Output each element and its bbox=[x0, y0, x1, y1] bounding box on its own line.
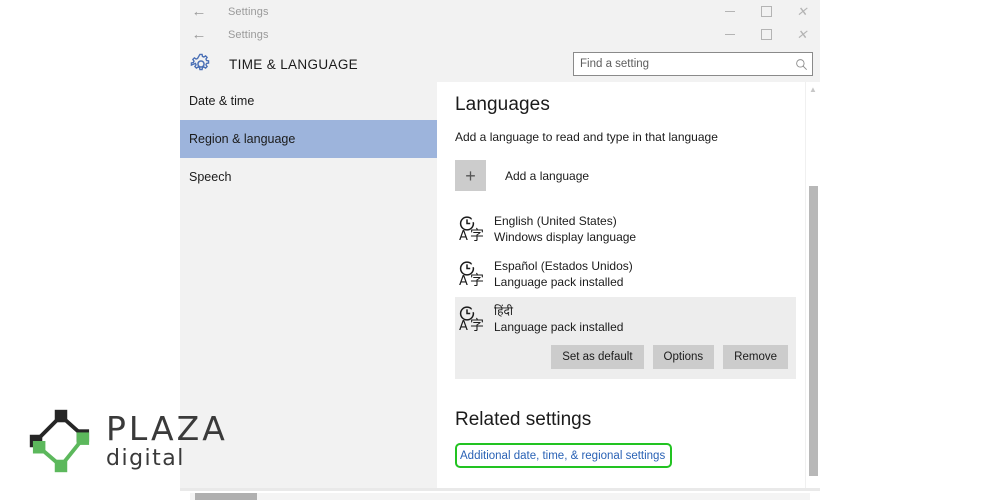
language-icon: A 字 bbox=[459, 306, 484, 334]
svg-text:A: A bbox=[459, 274, 468, 289]
language-name: हिंदी bbox=[494, 304, 513, 318]
set-as-default-button[interactable]: Set as default bbox=[551, 345, 644, 369]
sidebar-item-date-time[interactable]: Date & time bbox=[180, 82, 437, 120]
svg-text:A: A bbox=[459, 319, 468, 334]
search-box[interactable] bbox=[573, 52, 813, 76]
taskbar-tab[interactable] bbox=[195, 493, 257, 500]
minimize-button-secondary[interactable] bbox=[712, 23, 748, 46]
settings-body: Date & time Region & language Speech Lan… bbox=[180, 82, 820, 488]
plus-icon[interactable]: + bbox=[455, 160, 486, 191]
title-bar-primary: ← Settings ✕ bbox=[180, 0, 820, 23]
content-pane: Languages Add a language to read and typ… bbox=[437, 82, 820, 488]
language-status: Language pack installed bbox=[494, 320, 624, 334]
close-button[interactable]: ✕ bbox=[784, 0, 820, 23]
sidebar-item-region-language[interactable]: Region & language bbox=[180, 120, 437, 158]
page-title: TIME & LANGUAGE bbox=[229, 56, 359, 72]
taskbar-strip bbox=[190, 493, 810, 500]
language-icon: A 字 bbox=[459, 216, 484, 244]
section-title-related: Related settings bbox=[455, 409, 592, 430]
related-settings-section: Related settings Additional date, time, … bbox=[455, 409, 796, 468]
additional-regional-settings-link[interactable]: Additional date, time, & regional settin… bbox=[460, 450, 665, 462]
watermark-logo: PLAZA digital bbox=[22, 402, 228, 480]
language-name: English (United States) bbox=[494, 214, 617, 228]
sidebar-item-label: Region & language bbox=[189, 132, 296, 146]
window-controls-secondary: ✕ bbox=[712, 23, 820, 46]
scrollbar-thumb[interactable] bbox=[809, 186, 818, 476]
svg-text:字: 字 bbox=[470, 228, 484, 244]
back-arrow-icon[interactable]: ← bbox=[180, 0, 218, 23]
list-item-selected[interactable]: A 字 हिंदी Language pack installed Set as… bbox=[455, 297, 796, 379]
list-item[interactable]: A 字 Español (Estados Unidos) Language pa… bbox=[455, 252, 796, 297]
maximize-button-secondary[interactable] bbox=[748, 23, 784, 46]
language-status: Windows display language bbox=[494, 230, 637, 244]
language-status: Language pack installed bbox=[494, 275, 624, 289]
close-button-secondary[interactable]: ✕ bbox=[784, 23, 820, 46]
logo-text: PLAZA digital bbox=[106, 412, 228, 470]
search-icon[interactable] bbox=[790, 53, 812, 75]
window-title-secondary: Settings bbox=[228, 28, 269, 41]
back-arrow-icon-secondary[interactable]: ← bbox=[180, 23, 218, 46]
language-actions: Set as default Options Remove bbox=[457, 345, 790, 369]
remove-button[interactable]: Remove bbox=[723, 345, 788, 369]
section-title-languages: Languages bbox=[455, 94, 550, 115]
sidebar-item-label: Date & time bbox=[189, 94, 255, 108]
add-language-row[interactable]: + Add a language bbox=[455, 160, 796, 191]
window-controls: ✕ bbox=[712, 0, 820, 23]
languages-description: Add a language to read and type in that … bbox=[455, 130, 718, 144]
language-list: A 字 English (United States) Windows disp… bbox=[455, 207, 796, 379]
plaza-node-diamond-icon bbox=[29, 409, 90, 473]
list-item[interactable]: A 字 English (United States) Windows disp… bbox=[455, 207, 796, 252]
scroll-up-arrow-icon[interactable]: ▲ bbox=[806, 82, 820, 96]
logo-subtext: digital bbox=[106, 445, 185, 471]
sidebar-item-speech[interactable]: Speech bbox=[180, 158, 437, 196]
options-button[interactable]: Options bbox=[652, 345, 715, 369]
svg-text:A: A bbox=[459, 229, 468, 244]
search-input[interactable] bbox=[574, 53, 790, 75]
settings-header: TIME & LANGUAGE bbox=[180, 46, 820, 82]
add-language-label: Add a language bbox=[505, 168, 590, 183]
window-title: Settings bbox=[228, 5, 269, 18]
sidebar-item-label: Speech bbox=[189, 170, 232, 184]
svg-text:字: 字 bbox=[470, 273, 484, 289]
content-scrollbar[interactable]: ▲ bbox=[805, 82, 820, 488]
logo-wordmark: PLAZA bbox=[106, 408, 228, 448]
minimize-button[interactable] bbox=[712, 0, 748, 23]
settings-window: ← Settings ✕ ← Settings ✕ TIME & LANGUAG… bbox=[180, 0, 820, 488]
maximize-button[interactable] bbox=[748, 0, 784, 23]
window-bottom-edge bbox=[180, 488, 820, 491]
title-bar-secondary: ← Settings ✕ bbox=[180, 23, 820, 46]
language-icon: A 字 bbox=[459, 261, 484, 289]
svg-text:字: 字 bbox=[470, 318, 484, 334]
highlight-annotation-box: Additional date, time, & regional settin… bbox=[455, 443, 673, 468]
gear-icon bbox=[190, 53, 210, 71]
language-name: Español (Estados Unidos) bbox=[494, 259, 633, 273]
